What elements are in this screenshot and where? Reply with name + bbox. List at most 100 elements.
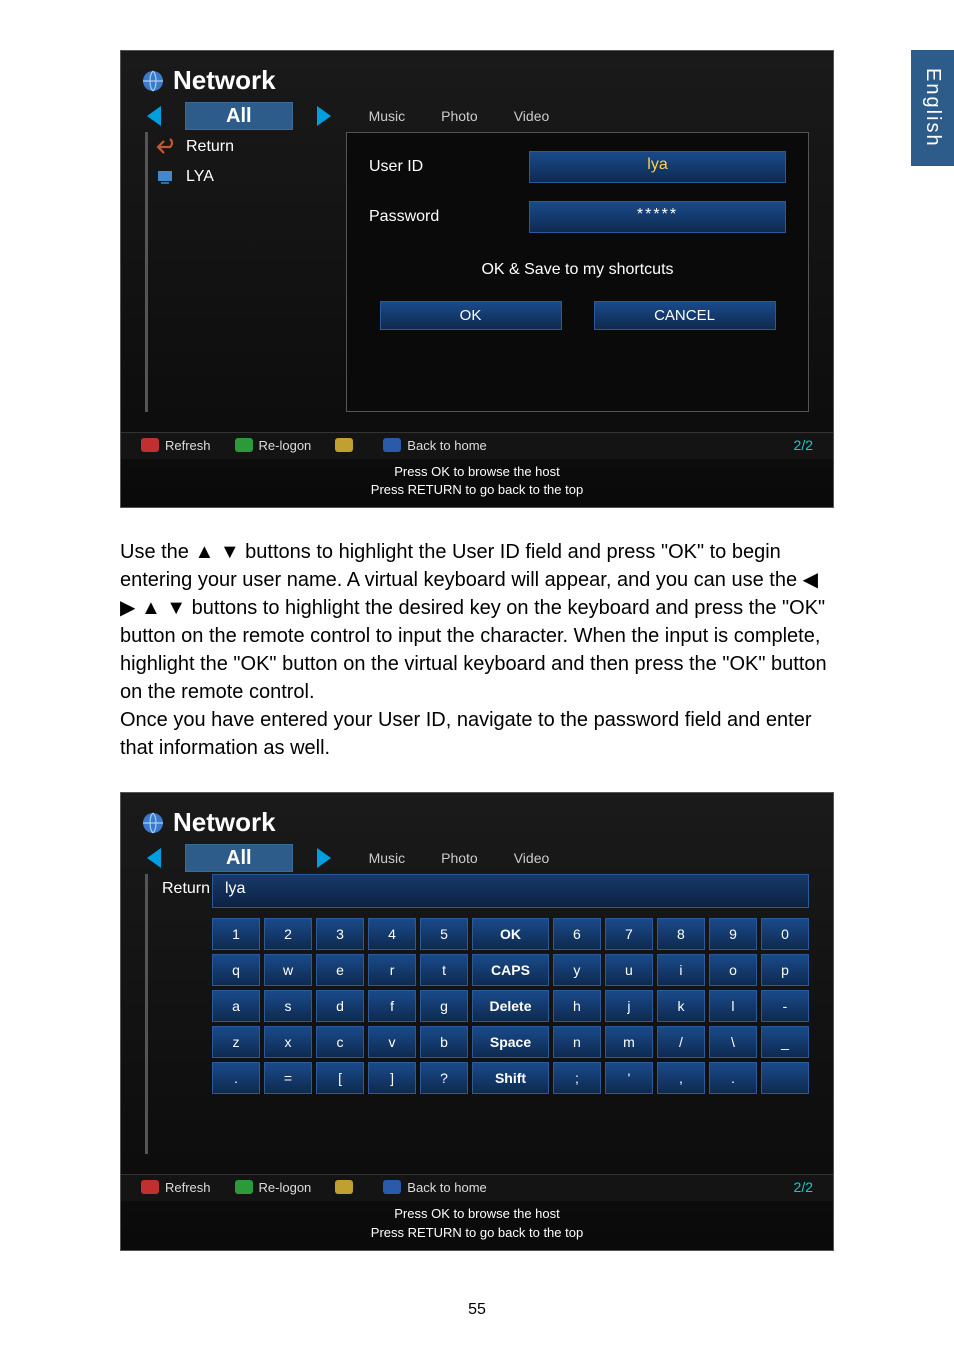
tab-all[interactable]: All — [185, 102, 293, 130]
yellow-button-icon — [335, 1180, 353, 1194]
keyboard-key[interactable]: . — [212, 1062, 260, 1094]
keyboard-key[interactable]: j — [605, 990, 653, 1022]
instruction-paragraph: Use the ▲ ▼ buttons to highlight the Use… — [120, 538, 834, 762]
keyboard-key[interactable]: 3 — [316, 918, 364, 950]
hint-line-1: Press OK to browse the host — [121, 1205, 833, 1223]
keyboard-key[interactable]: - — [761, 990, 809, 1022]
network-title-text: Network — [173, 65, 276, 96]
network-title: Network — [141, 807, 813, 838]
keyboard-key[interactable]: y — [553, 954, 601, 986]
keyboard-key[interactable]: m — [605, 1026, 653, 1058]
keyboard-key[interactable]: 1 — [212, 918, 260, 950]
red-button-icon — [141, 438, 159, 452]
keyboard-key[interactable]: t — [420, 954, 468, 986]
userid-field[interactable]: lya — [529, 151, 786, 183]
keyboard-key[interactable]: z — [212, 1026, 260, 1058]
keyboard-key[interactable]: f — [368, 990, 416, 1022]
keyboard-key[interactable]: 0 — [761, 918, 809, 950]
tab-photo[interactable]: Photo — [441, 108, 478, 124]
keyboard-key[interactable]: ? — [420, 1062, 468, 1094]
tab-photo[interactable]: Photo — [441, 850, 478, 866]
keyboard-key[interactable]: _ — [761, 1026, 809, 1058]
tab-music[interactable]: Music — [369, 108, 406, 124]
keyboard-key[interactable]: . — [709, 1062, 757, 1094]
return-icon — [156, 138, 176, 156]
shift-key[interactable]: Shift — [472, 1062, 549, 1094]
keyboard-key[interactable]: r — [368, 954, 416, 986]
keyboard-key[interactable]: p — [761, 954, 809, 986]
keyboard-key[interactable]: g — [420, 990, 468, 1022]
red-button-icon — [141, 1180, 159, 1194]
tab-music[interactable]: Music — [369, 850, 406, 866]
sidebar-return[interactable]: Return — [148, 874, 204, 904]
network-icon — [141, 69, 165, 93]
keyboard-key[interactable]: l — [709, 990, 757, 1022]
tab-video[interactable]: Video — [514, 850, 550, 866]
sidebar-return-label: Return — [186, 138, 234, 156]
keyboard-key[interactable]: 4 — [368, 918, 416, 950]
keyboard-key[interactable]: , — [657, 1062, 705, 1094]
keyboard-key[interactable]: x — [264, 1026, 312, 1058]
footer-refresh[interactable]: Refresh — [165, 1180, 211, 1195]
caps-key[interactable]: CAPS — [472, 954, 549, 986]
space-key[interactable]: Space — [472, 1026, 549, 1058]
tab-all[interactable]: All — [185, 844, 293, 872]
save-shortcuts-option[interactable]: OK & Save to my shortcuts — [369, 251, 786, 289]
keyboard-key[interactable]: w — [264, 954, 312, 986]
tab-next-arrow-icon[interactable] — [317, 106, 331, 126]
keyboard-key[interactable]: d — [316, 990, 364, 1022]
keyboard-key[interactable]: ; — [553, 1062, 601, 1094]
keyboard-input[interactable]: lya — [212, 874, 809, 908]
keyboard-key[interactable]: q — [212, 954, 260, 986]
userid-label: User ID — [369, 158, 499, 176]
keyboard-key[interactable]: o — [709, 954, 757, 986]
tab-next-arrow-icon[interactable] — [317, 848, 331, 868]
keyboard-key[interactable]: = — [264, 1062, 312, 1094]
page-counter: 2/2 — [794, 437, 813, 453]
network-title-text: Network — [173, 807, 276, 838]
keyboard-key[interactable]: 7 — [605, 918, 653, 950]
footer-relogon[interactable]: Re-logon — [259, 438, 312, 453]
keyboard-key[interactable]: 6 — [553, 918, 601, 950]
footer-bar: Refresh Re-logon Back to home 2/2 — [121, 432, 833, 459]
keyboard-key[interactable]: v — [368, 1026, 416, 1058]
ok-key[interactable]: OK — [472, 918, 549, 950]
keyboard-key[interactable]: b — [420, 1026, 468, 1058]
footer-back[interactable]: Back to home — [407, 438, 487, 453]
keyboard-key[interactable]: h — [553, 990, 601, 1022]
sidebar-item-lya[interactable]: LYA — [148, 162, 338, 192]
delete-key[interactable]: Delete — [472, 990, 549, 1022]
blue-button-icon — [383, 438, 401, 452]
tab-prev-arrow-icon[interactable] — [147, 848, 161, 868]
footer-relogon[interactable]: Re-logon — [259, 1180, 312, 1195]
password-field[interactable]: ***** — [529, 201, 786, 233]
tab-prev-arrow-icon[interactable] — [147, 106, 161, 126]
keyboard-key[interactable] — [761, 1062, 809, 1094]
keyboard-key[interactable]: i — [657, 954, 705, 986]
ok-button[interactable]: OK — [380, 301, 562, 330]
keyboard-key[interactable]: / — [657, 1026, 705, 1058]
keyboard-key[interactable]: ] — [368, 1062, 416, 1094]
keyboard-key[interactable]: 8 — [657, 918, 705, 950]
keyboard-key[interactable]: ' — [605, 1062, 653, 1094]
keyboard-key[interactable]: n — [553, 1026, 601, 1058]
keyboard-key[interactable]: [ — [316, 1062, 364, 1094]
keyboard-key[interactable]: c — [316, 1026, 364, 1058]
keyboard-key[interactable]: a — [212, 990, 260, 1022]
keyboard-key[interactable]: k — [657, 990, 705, 1022]
keyboard-key[interactable]: 5 — [420, 918, 468, 950]
sidebar-return[interactable]: Return — [148, 132, 338, 162]
green-button-icon — [235, 1180, 253, 1194]
footer-refresh[interactable]: Refresh — [165, 438, 211, 453]
tab-video[interactable]: Video — [514, 108, 550, 124]
keyboard-key[interactable]: \ — [709, 1026, 757, 1058]
cancel-button[interactable]: CANCEL — [594, 301, 776, 330]
keyboard-key[interactable]: 9 — [709, 918, 757, 950]
page-number: 55 — [120, 1301, 834, 1319]
footer-back[interactable]: Back to home — [407, 1180, 487, 1195]
screenshot-1: Network All Music Photo Video — [120, 50, 834, 508]
keyboard-key[interactable]: s — [264, 990, 312, 1022]
keyboard-key[interactable]: u — [605, 954, 653, 986]
keyboard-key[interactable]: 2 — [264, 918, 312, 950]
keyboard-key[interactable]: e — [316, 954, 364, 986]
